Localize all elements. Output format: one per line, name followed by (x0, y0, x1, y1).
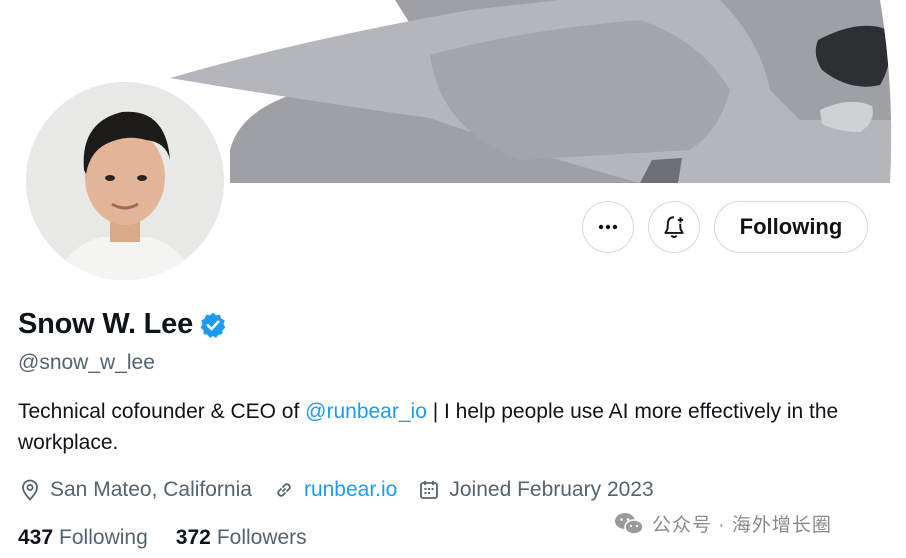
location-item: San Mateo, California (18, 478, 252, 502)
following-stat-link[interactable]: 437 Following (18, 526, 148, 550)
name-row: Snow W. Lee (18, 308, 227, 341)
following-button[interactable]: Following (714, 201, 868, 253)
profile-avatar[interactable] (22, 78, 228, 284)
more-dots-icon (598, 224, 618, 230)
avatar-photo (26, 82, 224, 280)
following-count: 437 (18, 526, 54, 549)
calendar-icon (420, 481, 439, 499)
followers-label: Followers (216, 526, 307, 549)
link-icon (277, 483, 291, 497)
more-button[interactable] (582, 201, 634, 253)
bio-text-start: Technical cofounder & CEO of (18, 400, 306, 423)
follow-stats: 437 Following 372 Followers (18, 526, 335, 550)
watermark-text: 公众号 · 海外增长圈 (652, 515, 832, 536)
followers-count: 372 (175, 526, 211, 549)
profile-bio: Technical cofounder & CEO of @runbear_io… (18, 396, 888, 458)
watermark: 公众号 · 海外增长圈 (614, 510, 832, 537)
notifications-button[interactable] (648, 201, 700, 253)
website-link[interactable]: runbear.io (304, 478, 397, 502)
bell-plus-icon (664, 216, 684, 238)
display-name: Snow W. Lee (18, 308, 194, 340)
website-item: runbear.io (272, 478, 397, 502)
wechat-icon (615, 512, 644, 535)
profile-meta: San Mateo, California runbear.io Joined … (18, 478, 674, 502)
followers-stat-link[interactable]: 372 Followers (176, 526, 307, 550)
joined-text: Joined February 2023 (449, 478, 654, 501)
following-label: Following (59, 526, 148, 549)
verified-badge-icon[interactable] (199, 311, 227, 339)
joined-item: Joined February 2023 (417, 478, 654, 502)
user-handle: @snow_w_lee (18, 351, 155, 374)
location-pin-icon (22, 479, 38, 501)
bio-mention-link[interactable]: @runbear_io (305, 400, 427, 423)
location-text: San Mateo, California (50, 478, 252, 501)
